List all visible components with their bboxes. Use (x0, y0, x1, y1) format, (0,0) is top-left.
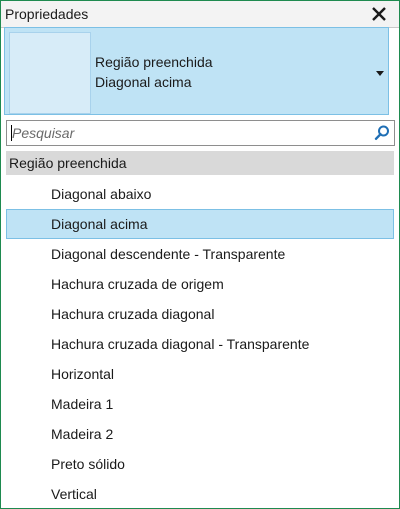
list-item-label: Madeira 2 (51, 426, 114, 442)
list-item[interactable]: Hachura cruzada de origem (6, 269, 394, 299)
list-item-label: Diagonal acima (51, 216, 148, 232)
group-header-label: Região preenchida (9, 155, 127, 171)
list-item[interactable]: Hachura cruzada diagonal - Transparente (6, 329, 394, 359)
search-box (6, 120, 395, 146)
list-item-label: Vertical (51, 486, 97, 502)
type-preview-thumbnail (9, 32, 91, 114)
list-item[interactable]: Hachura cruzada diagonal (6, 299, 394, 329)
type-list: Diagonal abaixo Diagonal acima Diagonal … (6, 179, 394, 509)
title-bar: Propriedades (1, 1, 399, 28)
list-item-label: Hachura cruzada diagonal - Transparente (51, 336, 310, 352)
list-item[interactable]: Diagonal abaixo (6, 179, 394, 209)
close-button[interactable] (367, 3, 391, 25)
list-item-label: Hachura cruzada de origem (51, 276, 224, 292)
list-item[interactable]: Madeira 2 (6, 419, 394, 449)
type-selector[interactable]: Região preenchida Diagonal acima (4, 27, 389, 115)
list-item-label: Diagonal abaixo (51, 186, 152, 202)
list-item-label: Horizontal (51, 366, 115, 382)
group-header: Região preenchida (6, 151, 394, 175)
list-item-label: Diagonal descendente - Transparente (51, 246, 286, 262)
list-item[interactable]: Preto sólido (6, 449, 394, 479)
list-item[interactable]: Madeira 1 (6, 389, 394, 419)
text-caret (11, 125, 12, 141)
properties-panel: Propriedades Região preenchida Diagonal … (0, 0, 400, 509)
chevron-down-icon[interactable] (374, 68, 386, 78)
panel-title: Propriedades (5, 6, 89, 22)
close-icon (372, 7, 386, 21)
search-icon[interactable] (373, 124, 391, 142)
list-item-label: Madeira 1 (51, 396, 114, 412)
list-item-label: Hachura cruzada diagonal (51, 306, 215, 322)
list-item[interactable]: Vertical (6, 479, 394, 509)
type-selector-family: Região preenchida (95, 54, 213, 70)
list-item-selected[interactable]: Diagonal acima (6, 209, 394, 239)
type-selector-type: Diagonal acima (95, 74, 192, 90)
search-input[interactable] (10, 123, 362, 143)
list-item[interactable]: Horizontal (6, 359, 394, 389)
list-item-label: Preto sólido (51, 456, 125, 472)
list-item[interactable]: Diagonal descendente - Transparente (6, 239, 394, 269)
